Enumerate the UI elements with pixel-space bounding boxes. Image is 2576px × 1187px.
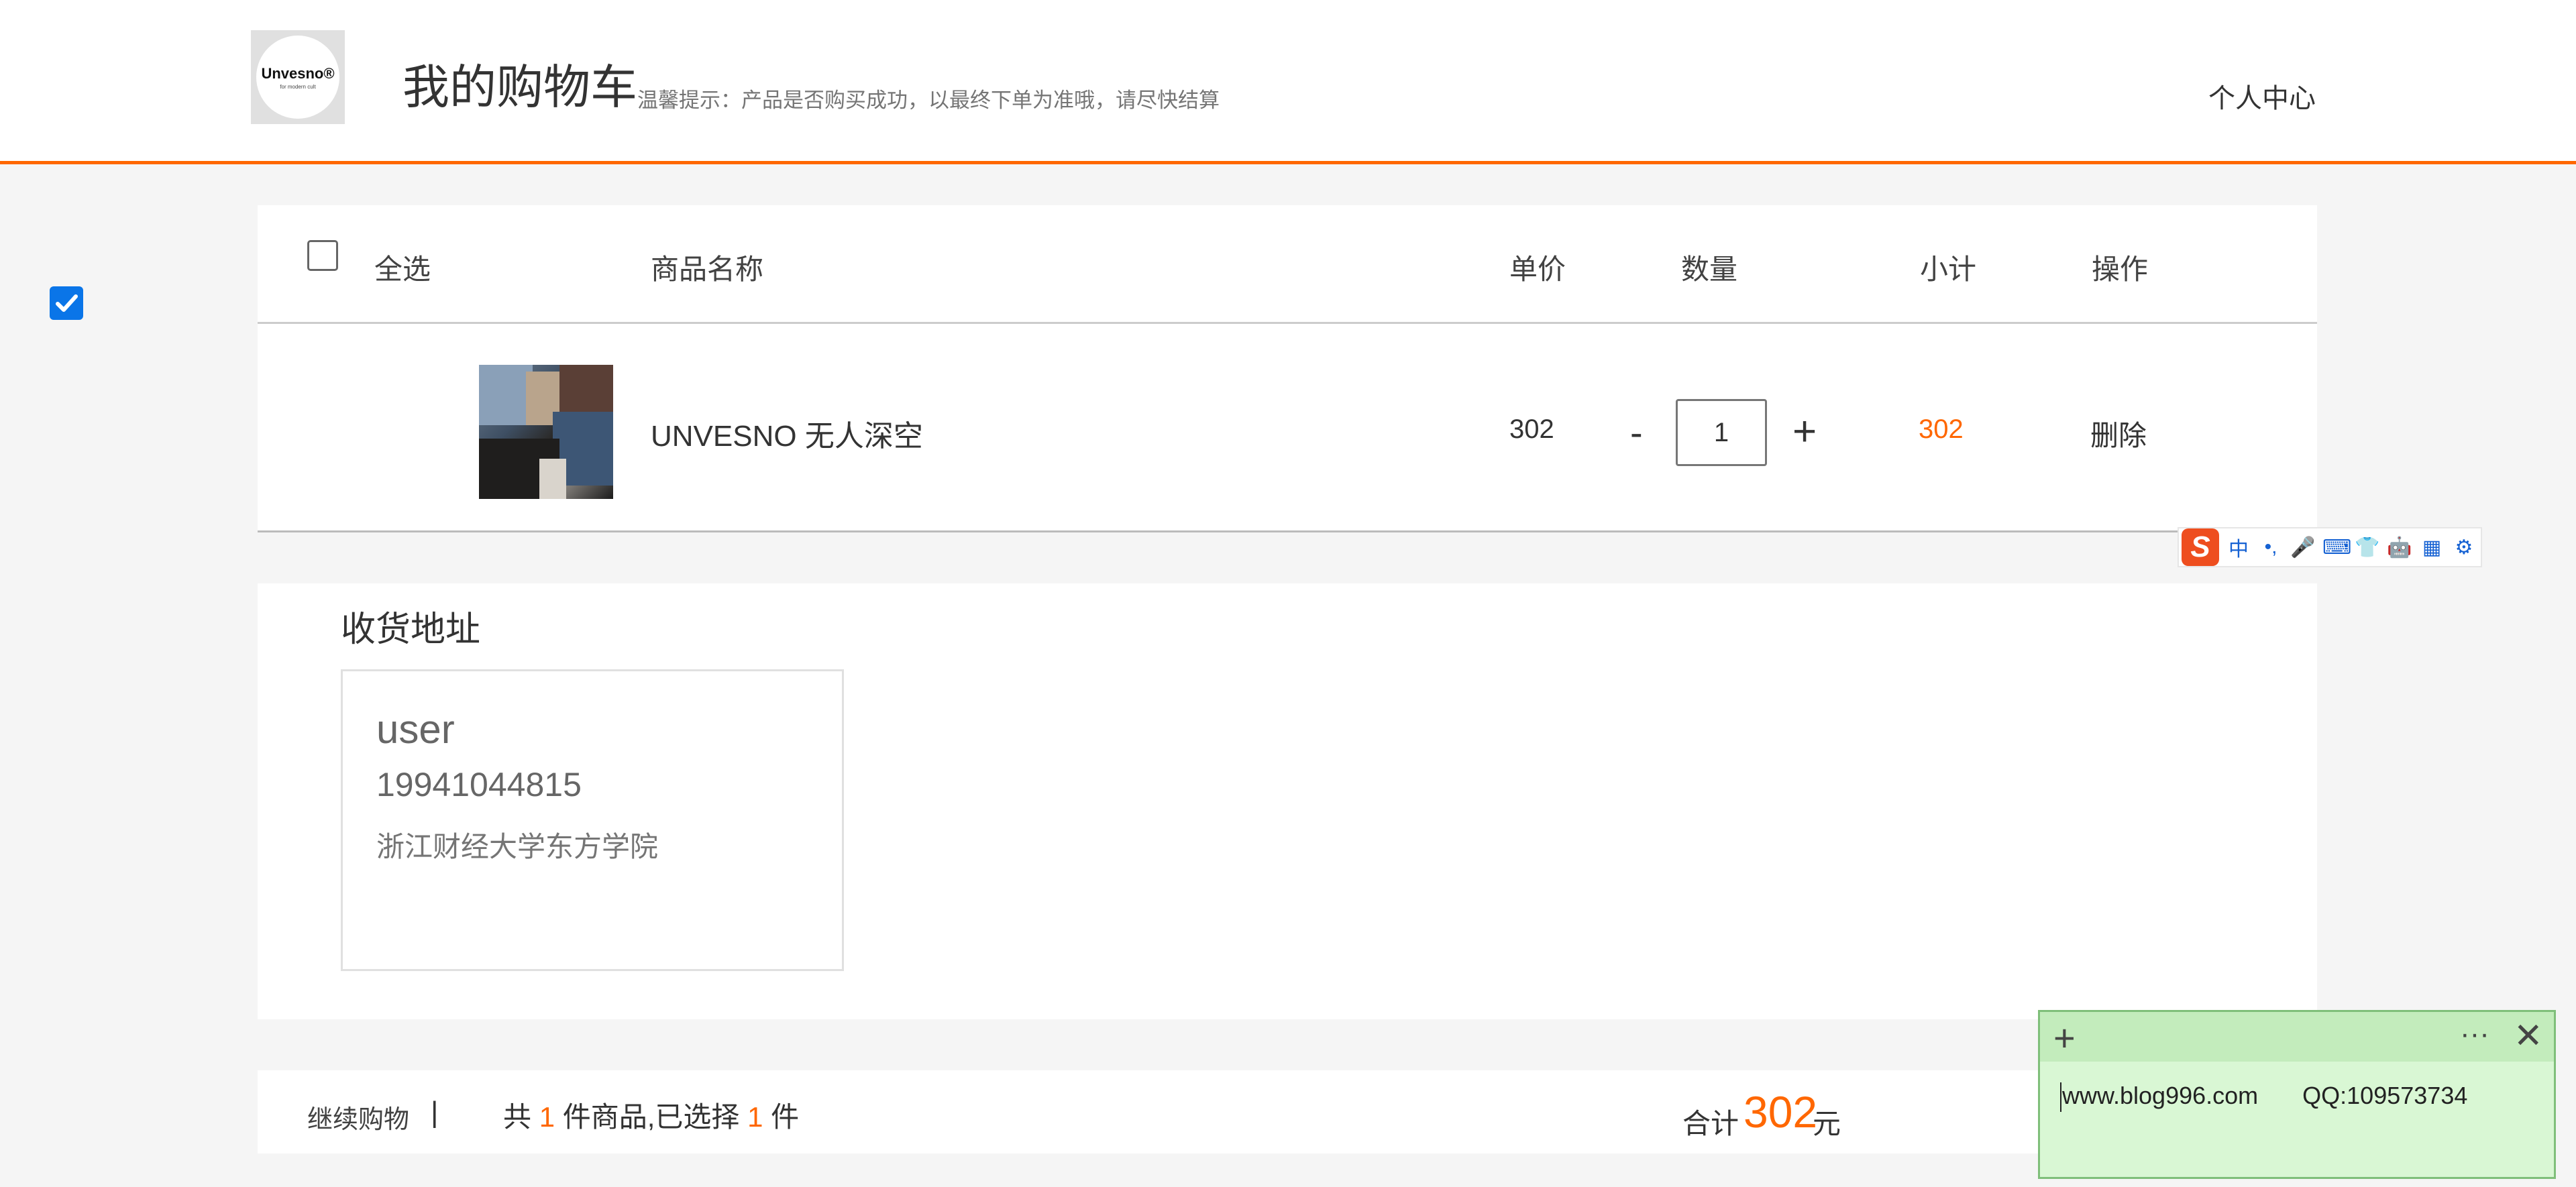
- column-name-header: 商品名称: [651, 253, 764, 285]
- separator: |: [431, 1096, 439, 1129]
- cart-tip: 温馨提示：产品是否购买成功，以最终下单为准哦，请尽快结算: [637, 89, 1220, 112]
- address-title: 收货地址: [341, 610, 481, 649]
- address-detail: 浙江财经大学东方学院: [376, 831, 659, 862]
- skin-icon[interactable]: 👕: [2355, 536, 2380, 559]
- unit-price: 302: [1509, 414, 1554, 444]
- text-caret: [2060, 1082, 2061, 1113]
- item-subtotal: 302: [1919, 414, 1964, 444]
- total-value: 302: [1743, 1087, 1818, 1137]
- sticky-note[interactable]: + ··· ✕ www.blog996.com QQ:109573734: [2038, 1010, 2556, 1179]
- settings-icon[interactable]: ⚙: [2451, 536, 2477, 559]
- add-note-icon[interactable]: +: [2053, 1016, 2076, 1060]
- column-quantity-header: 数量: [1681, 253, 1738, 285]
- quantity-input[interactable]: 1: [1676, 399, 1767, 466]
- chinese-mode-icon[interactable]: 中: [2226, 532, 2251, 562]
- page-header: Unvesno® for modern cult 我的购物车 温馨提示：产品是否…: [0, 0, 2576, 164]
- address-section: 收货地址 user 19941044815 浙江财经大学东方学院: [258, 583, 2317, 1019]
- count-suffix: 件: [771, 1101, 800, 1133]
- punctuation-icon[interactable]: •,: [2258, 536, 2284, 559]
- address-name: user: [376, 707, 455, 752]
- note-site: www.blog996.com: [2062, 1082, 2259, 1109]
- note-qq: QQ:109573734: [2302, 1082, 2468, 1109]
- quantity-increase-button[interactable]: +: [1792, 408, 1817, 455]
- logo-subtext: for modern cult: [280, 83, 316, 90]
- cart-header-row: 全选 商品名称 单价 数量 小计 操作: [258, 205, 2317, 324]
- column-action-header: 操作: [2092, 253, 2149, 285]
- total-unit: 元: [1813, 1108, 1841, 1139]
- count-selected: 1: [747, 1101, 763, 1133]
- sticky-note-titlebar[interactable]: + ··· ✕: [2040, 1012, 2554, 1062]
- address-phone: 19941044815: [376, 766, 582, 803]
- count-middle: 件商品,已选择: [562, 1101, 740, 1133]
- sogou-logo-icon[interactable]: S: [2182, 528, 2219, 566]
- logo-circle: Unvesno® for modern cult: [256, 36, 339, 119]
- brand-logo[interactable]: Unvesno® for modern cult: [251, 30, 345, 124]
- page-title: 我的购物车: [402, 61, 637, 113]
- item-checkbox[interactable]: [50, 286, 83, 320]
- continue-shopping-link[interactable]: 继续购物: [307, 1098, 409, 1135]
- microphone-icon[interactable]: 🎤: [2290, 536, 2316, 559]
- keyboard-icon[interactable]: ⌨: [2322, 536, 2351, 559]
- user-center-link[interactable]: 个人中心: [2208, 76, 2316, 115]
- product-name[interactable]: UNVESNO 无人深空: [651, 412, 923, 455]
- count-prefix: 共: [503, 1101, 532, 1133]
- item-count: 共 1 件商品,已选择 1 件: [503, 1094, 799, 1135]
- quantity-decrease-button[interactable]: -: [1630, 410, 1643, 454]
- robot-icon[interactable]: 🤖: [2387, 536, 2412, 559]
- total-label: 合计: [1682, 1108, 1739, 1139]
- ime-toolbar: S 中 •, 🎤 ⌨ 👕 🤖 ▦ ⚙: [2178, 527, 2482, 567]
- count-total: 1: [539, 1101, 555, 1133]
- column-subtotal-header: 小计: [1920, 253, 1977, 285]
- checkmark-icon: [56, 294, 78, 312]
- more-icon[interactable]: ···: [2460, 1017, 2489, 1051]
- logo-text: Unvesno®: [261, 64, 335, 82]
- product-thumbnail[interactable]: [479, 365, 613, 499]
- delete-button[interactable]: 删除: [2090, 413, 2147, 454]
- address-card[interactable]: user 19941044815 浙江财经大学东方学院: [341, 669, 844, 971]
- toolbox-icon[interactable]: ▦: [2419, 536, 2445, 559]
- checkout-bar: 继续购物 | 共 1 件商品,已选择 1 件 合计 302 元: [258, 1070, 2317, 1153]
- select-all-checkbox[interactable]: [307, 240, 338, 271]
- close-icon[interactable]: ✕: [2514, 1016, 2543, 1056]
- sticky-note-content[interactable]: www.blog996.com QQ:109573734: [2060, 1082, 2512, 1113]
- select-all-label[interactable]: 全选: [374, 247, 431, 288]
- column-price-header: 单价: [1509, 253, 1566, 285]
